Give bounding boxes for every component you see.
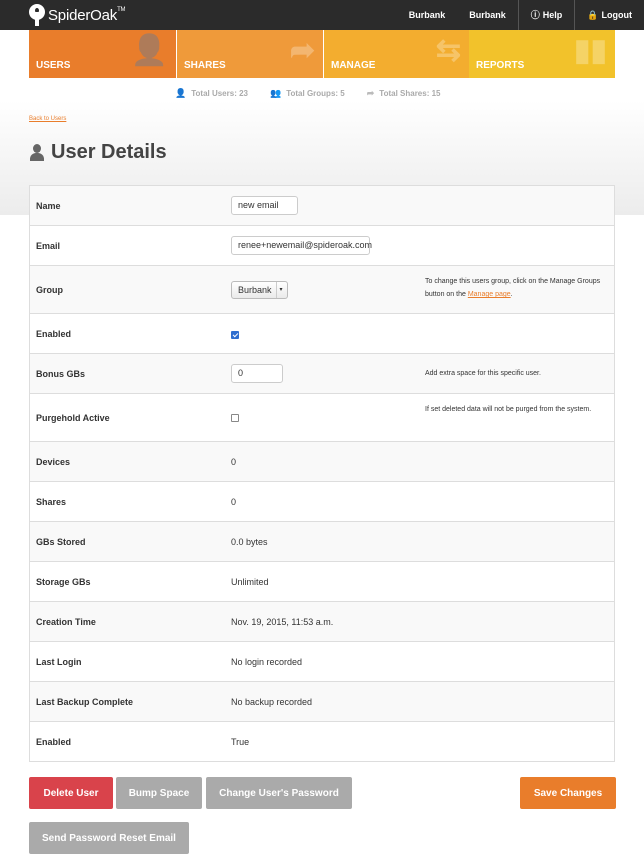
group-select[interactable]: Burbank ▾ bbox=[231, 281, 288, 299]
creation-time-label: Creation Time bbox=[36, 617, 96, 627]
manage-page-link[interactable]: Manage page bbox=[468, 291, 511, 298]
row-gbs-stored: GBs Stored 0.0 bytes bbox=[30, 522, 614, 562]
share-icon: ➦ bbox=[366, 88, 375, 98]
arrows-icon: ⇆ bbox=[435, 34, 461, 67]
spideroak-logo[interactable]: SpiderOakTM bbox=[29, 4, 126, 26]
stat-shares-text: Total Shares: 15 bbox=[379, 89, 441, 98]
tab-users-label: USERS bbox=[36, 60, 71, 71]
row-bonus: Bonus GBs 0 Add extra space for this spe… bbox=[30, 354, 614, 394]
purgehold-help-text: If set deleted data will not be purged f… bbox=[425, 406, 592, 413]
enabled-status-value: True bbox=[231, 737, 250, 747]
row-name: Name new email bbox=[30, 186, 614, 226]
email-input[interactable]: renee+newemail@spideroak.com bbox=[231, 236, 372, 255]
enabled-checkbox[interactable] bbox=[231, 331, 239, 339]
purgehold-checkbox[interactable] bbox=[231, 414, 239, 422]
last-backup-value: No backup recorded bbox=[231, 697, 313, 707]
chevron-down-icon: ▾ bbox=[275, 282, 283, 298]
lock-icon: 🔒 bbox=[587, 10, 599, 20]
stats-bar: 👤 Total Users: 23 👥 Total Groups: 5 ➦ Total… bbox=[175, 88, 463, 99]
row-email: Email renee+newemail@spideroak.com bbox=[30, 226, 614, 266]
top-nav: Burbank Burbank ⓘ Help 🔒 Logout bbox=[397, 0, 644, 30]
tab-reports[interactable]: ▮▮ REPORTS bbox=[469, 30, 615, 78]
stat-groups-text: Total Groups: 5 bbox=[286, 89, 345, 98]
storage-gbs-label: Storage GBs bbox=[36, 577, 91, 587]
row-last-login: Last Login No login recorded bbox=[30, 642, 614, 682]
enabled-label: Enabled bbox=[36, 329, 72, 339]
nav-item-burbank-2[interactable]: Burbank bbox=[457, 0, 518, 30]
enabled-status-label: Enabled bbox=[36, 737, 72, 747]
row-devices: Devices 0 bbox=[30, 442, 614, 482]
stat-groups: 👥 Total Groups: 5 bbox=[270, 88, 345, 99]
shares-label: Shares bbox=[36, 497, 67, 507]
trademark: TM bbox=[117, 6, 126, 13]
tab-users[interactable]: 👤 USERS bbox=[29, 30, 176, 78]
tab-shares-label: SHARES bbox=[184, 60, 226, 71]
page-title-text: User Details bbox=[51, 141, 167, 163]
row-creation-time: Creation Time Nov. 19, 2015, 11:53 a.m. bbox=[30, 602, 614, 642]
main-tabs: 👤 USERS ➦ SHARES ⇆ MANAGE ▮▮ REPORTS bbox=[29, 30, 615, 78]
stat-users-text: Total Users: 23 bbox=[191, 89, 248, 98]
group-help-text: To change this users group, click on the… bbox=[425, 275, 610, 301]
gbs-stored-value: 0.0 bytes bbox=[231, 537, 268, 547]
stat-shares: ➦ Total Shares: 15 bbox=[367, 88, 441, 99]
user-icon: 👤 bbox=[130, 34, 168, 67]
storage-gbs-value: Unlimited bbox=[231, 577, 269, 587]
last-login-label: Last Login bbox=[36, 657, 82, 667]
top-bar: SpiderOakTM Burbank Burbank ⓘ Help 🔒 Logou… bbox=[0, 0, 644, 30]
nav-item-burbank-1[interactable]: Burbank bbox=[397, 0, 458, 30]
user-details-table: Name new email Email renee+newemail@spid… bbox=[29, 185, 615, 762]
group-icon: 👥 bbox=[269, 88, 282, 98]
bump-space-button[interactable]: Bump Space bbox=[116, 777, 202, 809]
name-label: Name bbox=[36, 201, 61, 211]
devices-value: 0 bbox=[231, 457, 237, 467]
bonus-gbs-label: Bonus GBs bbox=[36, 369, 86, 379]
save-changes-button[interactable]: Save Changes bbox=[520, 777, 616, 809]
back-to-users-link[interactable]: Back to Users bbox=[29, 116, 66, 122]
row-storage-gbs: Storage GBs Unlimited bbox=[30, 562, 614, 602]
row-enabled-status: Enabled True bbox=[30, 722, 614, 761]
shares-value: 0 bbox=[231, 497, 237, 507]
logout-link[interactable]: 🔒 Logout bbox=[574, 0, 644, 30]
user-icon bbox=[29, 143, 45, 162]
send-reset-email-button[interactable]: Send Password Reset Email bbox=[29, 822, 189, 854]
row-purgehold: Purgehold Active If set deleted data wil… bbox=[30, 394, 614, 442]
bonus-gbs-input[interactable]: 0 bbox=[231, 364, 283, 383]
group-label: Group bbox=[36, 285, 63, 295]
bar-chart-icon: ▮▮ bbox=[573, 34, 607, 67]
row-enabled: Enabled bbox=[30, 314, 614, 354]
creation-time-value: Nov. 19, 2015, 11:53 a.m. bbox=[231, 617, 334, 627]
devices-label: Devices bbox=[36, 457, 71, 467]
group-help-post: . bbox=[510, 291, 513, 298]
tab-manage-label: MANAGE bbox=[331, 60, 376, 71]
bonus-help-text: Add extra space for this specific user. bbox=[425, 370, 541, 377]
help-link[interactable]: ⓘ Help bbox=[517, 0, 575, 30]
share-icon: ➦ bbox=[289, 34, 315, 67]
page-title: User Details bbox=[29, 141, 167, 164]
purgehold-label: Purgehold Active bbox=[36, 413, 110, 423]
email-label: Email bbox=[36, 241, 61, 251]
brand-name: SpiderOak bbox=[48, 6, 118, 24]
keyhole-icon bbox=[29, 4, 45, 26]
delete-user-button[interactable]: Delete User bbox=[29, 777, 113, 809]
help-label: Help bbox=[542, 10, 563, 20]
tab-manage[interactable]: ⇆ MANAGE bbox=[323, 30, 469, 78]
change-password-button[interactable]: Change User's Password bbox=[206, 777, 352, 809]
logout-label: Logout bbox=[601, 10, 633, 20]
last-login-value: No login recorded bbox=[231, 657, 303, 667]
last-backup-label: Last Backup Complete bbox=[36, 697, 134, 707]
row-last-backup: Last Backup Complete No backup recorded bbox=[30, 682, 614, 722]
name-input[interactable]: new email bbox=[231, 196, 298, 215]
row-group: Group Burbank ▾ To change this users grou… bbox=[30, 266, 614, 314]
stat-users: 👤 Total Users: 23 bbox=[175, 88, 248, 99]
tab-shares[interactable]: ➦ SHARES bbox=[176, 30, 323, 78]
help-icon: ⓘ bbox=[530, 10, 540, 20]
user-icon: 👤 bbox=[175, 88, 187, 98]
gbs-stored-label: GBs Stored bbox=[36, 537, 86, 547]
group-select-value: Burbank bbox=[238, 285, 272, 295]
row-shares: Shares 0 bbox=[30, 482, 614, 522]
tab-reports-label: REPORTS bbox=[476, 60, 525, 71]
